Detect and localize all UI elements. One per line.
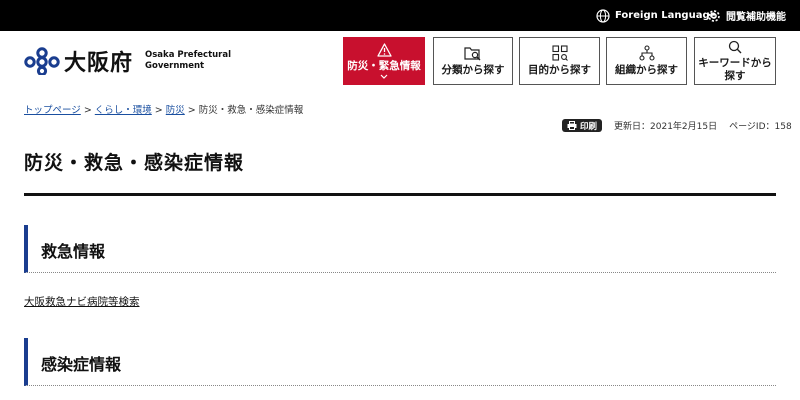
nav-bunrui-label: 分類から探す <box>441 63 505 76</box>
nav-bousai-button[interactable]: 防災・緊急情報 <box>343 37 425 85</box>
nav-bunrui-button[interactable]: 分類から探す <box>433 37 513 85</box>
nav-soshiki-label: 組織から探す <box>615 64 678 76</box>
breadcrumb: トップページ > くらし・環境 > 防災 > 防災・救急・感染症情報 <box>24 105 304 116</box>
nav-keyword-label: キーワードから 探す <box>698 56 772 82</box>
print-button[interactable]: 印刷 <box>562 119 603 132</box>
breadcrumb-link-kurashi[interactable]: くらし・環境 <box>95 105 152 116</box>
org-chart-icon <box>638 45 655 61</box>
osaka-emblem-icon <box>24 47 60 75</box>
page-meta: 印刷 更新日：2021年2月15日 ページID：158 <box>562 119 792 132</box>
nav-bousai-label: 防災・緊急情報 <box>347 60 421 72</box>
logo-name-en: Osaka Prefectural Government <box>145 50 232 71</box>
breadcrumb-link-bousai[interactable]: 防災 <box>166 105 185 116</box>
grid-icon <box>551 45 568 61</box>
page-title: 防災・救急・感染症情報 <box>24 152 245 174</box>
section-heading-kansensho: 感染症情報 <box>41 355 122 374</box>
printer-icon <box>567 121 577 130</box>
warning-triangle-icon <box>376 43 392 57</box>
breadcrumb-current: 防災・救急・感染症情報 <box>198 105 304 116</box>
top-utility-bar: Foreign Language 閲覧補助機能 <box>0 0 800 31</box>
gear-icon <box>708 9 720 22</box>
section-kyukyu: 救急情報 <box>24 225 776 273</box>
accessibility-label: 閲覧補助機能 <box>726 12 786 23</box>
title-divider <box>24 193 776 196</box>
nav-soshiki-button[interactable]: 組織から探す <box>606 37 687 85</box>
site-logo[interactable]: 大阪府 Osaka Prefectural Government <box>24 45 231 77</box>
print-label: 印刷 <box>580 121 598 132</box>
logo-name-ja: 大阪府 <box>64 51 134 76</box>
foreign-language-link[interactable]: Foreign Language <box>596 0 716 31</box>
foreign-language-label: Foreign Language <box>615 10 717 21</box>
nav-mokuteki-button[interactable]: 目的から探す <box>519 37 600 85</box>
globe-icon <box>596 8 610 23</box>
chevron-down-icon <box>380 74 388 79</box>
nav-keyword-button[interactable]: キーワードから 探す <box>694 37 776 85</box>
section-heading-kyukyu: 救急情報 <box>41 242 106 261</box>
page-id: ページID：158 <box>729 122 792 132</box>
breadcrumb-link-top[interactable]: トップページ <box>24 105 81 116</box>
nav-mokuteki-label: 目的から探す <box>528 64 591 76</box>
section-kansensho: 感染症情報 <box>24 338 776 386</box>
search-icon <box>728 40 742 53</box>
accessibility-link[interactable]: 閲覧補助機能 <box>707 0 786 31</box>
site-header: 大阪府 Osaka Prefectural Government 防災・緊急情報… <box>0 31 800 93</box>
folder-search-icon <box>464 46 481 60</box>
link-osaka-kyukyu-navi[interactable]: 大阪救急ナビ病院等検索 <box>24 294 140 309</box>
updated-date: 更新日：2021年2月15日 <box>614 122 718 132</box>
